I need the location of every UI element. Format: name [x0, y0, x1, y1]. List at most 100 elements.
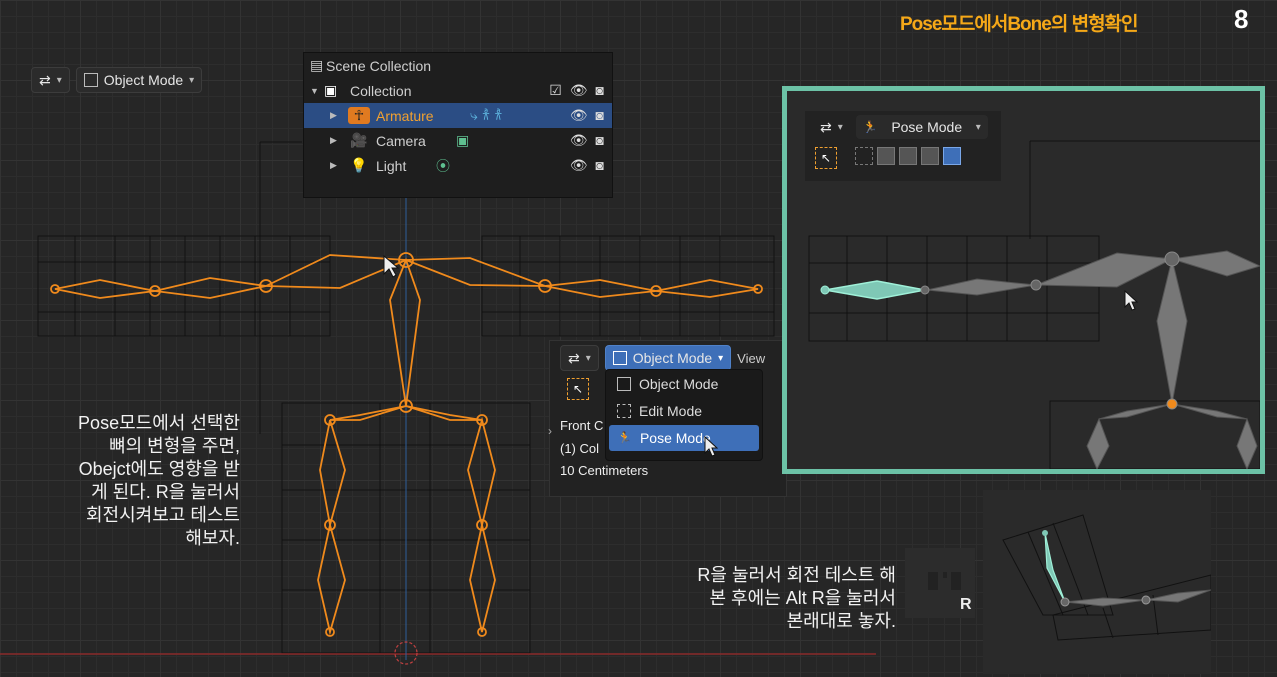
expand-triangle-icon[interactable]: ▶ — [330, 160, 337, 171]
bottom-caption: R을 눌러서 회전 테스트 해 본 후에는 Alt R을 눌러서 본래대로 놓자… — [640, 564, 896, 633]
select-invert-icon[interactable] — [921, 147, 939, 165]
pose-header-row: ⇄ ▾ 🏃 Pose Mode ▾ — [813, 115, 988, 139]
object-mode-icon — [617, 377, 631, 391]
outliner-item-camera[interactable]: ▶ 🎥 Camera ▣ 👁 ◙ — [304, 128, 612, 153]
outliner-item-light[interactable]: ▶ 💡 Light ⦿ 👁 ◙ — [304, 153, 612, 178]
select-tool-button[interactable]: ↖ — [567, 378, 589, 400]
mode-label: Object Mode — [103, 72, 184, 88]
select-mode-toolbar: ↖ — [815, 147, 961, 169]
edit-mode-icon — [617, 404, 631, 418]
select-subtract-icon[interactable] — [899, 147, 917, 165]
chevron-down-icon: ▾ — [718, 352, 724, 364]
cursor-icon: ↖ — [820, 151, 832, 165]
mouse-cursor-icon — [704, 436, 718, 457]
key-indicator-mark — [928, 572, 938, 590]
scene-collection-label: Scene Collection — [326, 57, 432, 74]
light-label: Light — [376, 157, 407, 174]
select-new-icon[interactable] — [855, 147, 873, 165]
outliner-item-armature[interactable]: ▶ ☥ Armature ⤷ 𐀪 𐀪 👁 ◙ — [304, 103, 612, 128]
mode-selector[interactable]: Object Mode ▾ — [75, 67, 203, 93]
menu-item-label: Pose Mode — [639, 430, 711, 446]
outliner-panel: ▤ Scene Collection ▼ ▣ Collection ☑ 👁 ◙ ▶ … — [303, 52, 613, 198]
viewport-gizmo-button[interactable]: ⇄ ▾ — [813, 115, 850, 139]
menu-item-pose-mode[interactable]: 🏃 Pose Mode — [609, 425, 759, 451]
caption-line: 회전시켜보고 테스트 — [85, 505, 240, 525]
camera-visibility: 👁 ◙ — [570, 132, 604, 149]
camera-icon[interactable]: ◙ — [596, 107, 604, 124]
light-object-icon: 💡 — [350, 157, 368, 173]
select-intersect-icon[interactable] — [943, 147, 961, 165]
transform-orientation-icon: ⇄ — [39, 71, 51, 88]
checkbox-icon[interactable]: ☑ — [549, 82, 562, 99]
viewport-gizmo-button[interactable]: ⇄ ▾ — [560, 345, 599, 371]
camera-object-icon: 🎥 — [350, 132, 368, 148]
caption-line: 본래대로 놓자. — [786, 611, 896, 631]
outliner-collection[interactable]: ▼ ▣ Collection ☑ 👁 ◙ — [304, 78, 612, 103]
viewport-info-line-2: (1) Col — [560, 441, 600, 456]
select-extend-icon[interactable] — [877, 147, 895, 165]
eye-icon[interactable]: 👁 — [570, 157, 588, 174]
menu-item-edit-mode[interactable]: Edit Mode — [609, 398, 759, 424]
shortcut-key-label: R — [960, 596, 972, 613]
armature-icon: ☥ — [348, 107, 370, 124]
object-mode-icon — [612, 351, 627, 365]
menu-item-label: Edit Mode — [639, 403, 703, 419]
pose-panel-header: ⇄ ▾ 🏃 Pose Mode ▾ ↖ — [805, 111, 1001, 181]
light-data-icon: ⦿ — [436, 157, 450, 174]
eye-icon[interactable]: 👁 — [570, 82, 588, 99]
viewport-info-line-1: Front C — [560, 418, 604, 433]
object-mode-icon — [83, 73, 98, 87]
scene-collection-icon: ▤ — [310, 57, 324, 73]
left-caption: Pose모드에서 선택한 뼈의 변형을 주면, Obejct에도 영향을 받 게… — [40, 412, 240, 550]
eye-icon[interactable]: 👁 — [570, 107, 588, 124]
pose-mode-icon: 🏃 — [862, 120, 878, 134]
expand-triangle-icon[interactable]: ▶ — [330, 110, 337, 121]
pose-mode-preview-panel: ⇄ ▾ 🏃 Pose Mode ▾ ↖ — [782, 86, 1265, 474]
armature-visibility: 👁 ◙ — [570, 107, 604, 124]
camera-icon[interactable]: ◙ — [596, 82, 604, 99]
mode-selector-open[interactable]: Object Mode ▾ — [604, 345, 732, 371]
cursor-icon: ↖ — [572, 382, 584, 396]
viewport-header-left: ⇄ ▾ Object Mode ▾ — [31, 67, 203, 93]
chevron-down-icon: ▾ — [56, 74, 62, 86]
transform-orientation-icon: ⇄ — [568, 349, 580, 366]
viewport-gizmo-button[interactable]: ⇄ ▾ — [31, 67, 70, 93]
view-menu[interactable]: View — [737, 351, 765, 366]
chevron-down-icon: ▾ — [585, 352, 591, 364]
camera-icon[interactable]: ◙ — [596, 157, 604, 174]
menu-item-label: Object Mode — [639, 376, 719, 392]
collapse-triangle-icon[interactable]: ▼ — [310, 86, 319, 96]
camera-icon[interactable]: ◙ — [596, 132, 604, 149]
select-tool-button[interactable]: ↖ — [815, 147, 837, 169]
chevron-down-icon: ▾ — [837, 121, 843, 133]
caption-line: 본 후에는 Alt R을 눌러서 — [709, 588, 897, 608]
mode-label: Pose Mode — [891, 119, 963, 135]
caption-line: Pose모드에서 선택한 — [78, 413, 240, 433]
pose-mode-icon: 🏃 — [617, 431, 632, 445]
key-indicator-mark — [943, 572, 947, 578]
caption-line: R을 눌러서 회전 테스트 해 — [697, 565, 896, 585]
rotated-bones-view — [1002, 514, 1211, 641]
sidebar-expand-arrow[interactable]: › — [548, 424, 552, 438]
mode-selector[interactable]: 🏃 Pose Mode ▾ — [855, 115, 988, 139]
expand-triangle-icon[interactable]: ▶ — [330, 135, 337, 146]
caption-line: 뼈의 변형을 주면, — [109, 436, 240, 456]
transform-orientation-icon: ⇄ — [820, 118, 832, 135]
menu-item-object-mode[interactable]: Object Mode — [609, 371, 759, 397]
chevron-down-icon: ▾ — [975, 121, 981, 133]
armature-label: Armature — [376, 107, 434, 124]
pose-data-icons: ⤷ 𐀪 𐀪 — [470, 107, 503, 123]
viewport-info-line-3: 10 Centimeters — [560, 463, 649, 478]
mode-dropdown-menu: Object Mode Edit Mode 🏃 Pose Mode — [605, 369, 763, 461]
caption-line: Obejct에도 영향을 받 — [78, 459, 240, 479]
page-number: 8 — [1234, 4, 1249, 34]
caption-line: 해보자. — [185, 528, 240, 548]
caption-line: 게 된다. R을 눌러서 — [91, 482, 240, 502]
collection-label: Collection — [350, 82, 412, 99]
outliner-scene-collection[interactable]: ▤ Scene Collection — [304, 53, 612, 78]
eye-icon[interactable]: 👁 — [570, 132, 588, 149]
collection-visibility: ☑ 👁 ◙ — [549, 82, 604, 99]
rotation-preview-panel — [983, 490, 1211, 674]
slide-title: Pose모드에서Bone의 변형확인 — [900, 14, 1139, 35]
